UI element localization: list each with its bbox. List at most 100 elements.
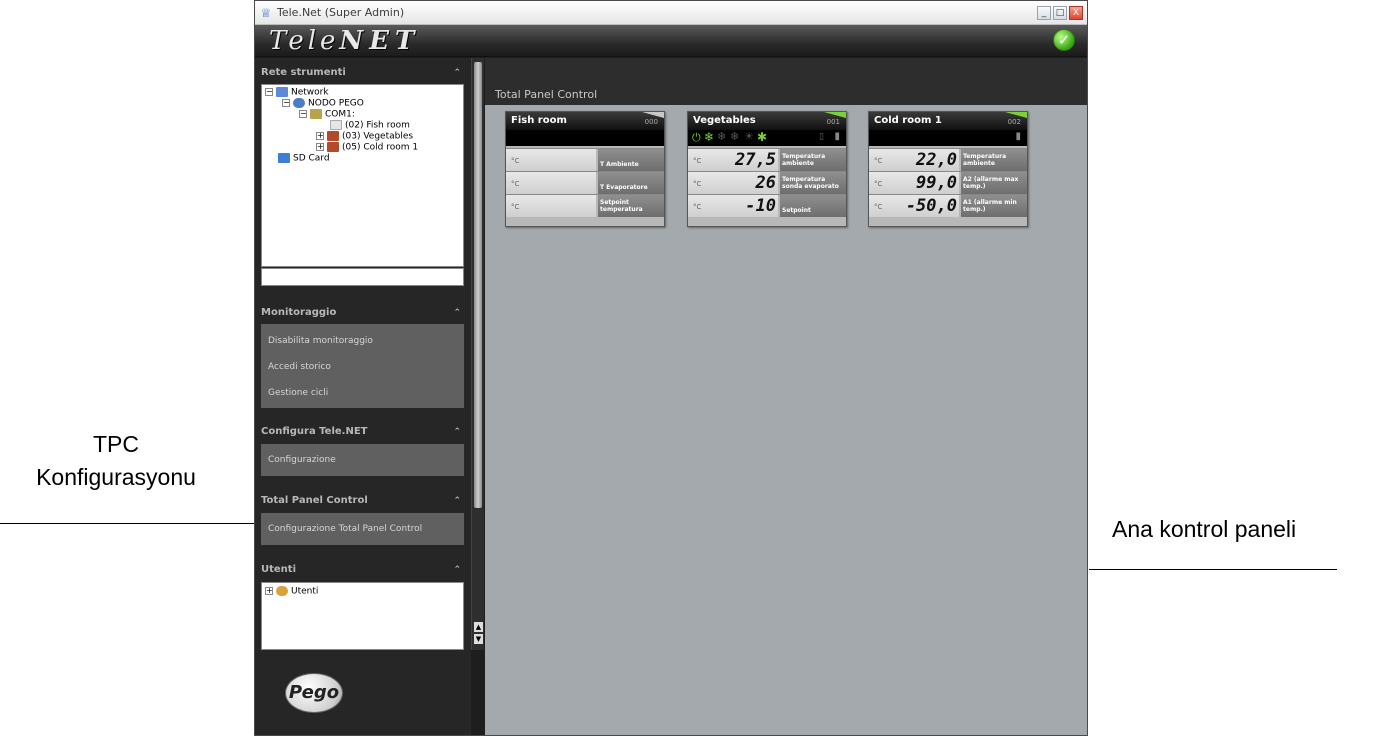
network-tree: − Network − NODO PEGO − COM1: (02) Fish roo… bbox=[261, 84, 464, 267]
scroll-up-arrow-icon[interactable]: ▲ bbox=[474, 622, 483, 632]
unit-label: °C bbox=[874, 203, 883, 211]
pego-logo-text: Pego bbox=[288, 682, 340, 703]
tree-item-utenti[interactable]: + Utenti bbox=[265, 586, 318, 597]
tree-label-cold-room: (05) Cold room 1 bbox=[342, 142, 419, 153]
panel-name: Fish room bbox=[511, 115, 567, 126]
window-title: Tele.Net (Super Admin) bbox=[277, 6, 405, 19]
section-title-utenti: Utenti bbox=[261, 564, 297, 575]
sd-card-icon bbox=[278, 153, 290, 163]
menu-item-disabilita-monitoraggio[interactable]: Disabilita monitoraggio bbox=[261, 328, 464, 354]
panel-fish-room[interactable]: Fish room 000 °C T Ambiente °C T Evapora… bbox=[505, 111, 665, 227]
expand-icon[interactable]: + bbox=[316, 132, 324, 140]
scroll-down-arrow-icon[interactable]: ▼ bbox=[474, 634, 483, 644]
value-box: °C bbox=[506, 149, 596, 171]
menu-item-configurazione-tpc[interactable]: Configurazione Total Panel Control bbox=[261, 516, 464, 542]
app-window: ♕ Tele.Net (Super Admin) _ □ X TeleNET ✓… bbox=[254, 0, 1088, 736]
tree-label-nodo: NODO PEGO bbox=[308, 98, 364, 109]
value-box: °C bbox=[506, 195, 596, 217]
panel-row: °C -50,0 A1 (allarme min temp.) bbox=[869, 194, 1027, 217]
panel-vegetables[interactable]: Vegetables 001 ⏻ ❄ ❄ ❄ ☀ ✱ ▯ ▮ °C 27,5 Te… bbox=[687, 111, 847, 227]
annotation-tpc-config: TPC Konfigurasyonu bbox=[0, 428, 232, 494]
collapse-chevron-icon[interactable]: ⌃ bbox=[453, 559, 461, 581]
logo-bold-text: NET bbox=[339, 26, 421, 56]
collapse-icon[interactable]: − bbox=[299, 110, 307, 118]
unit-label: °C bbox=[874, 157, 883, 165]
panel-rows: °C T Ambiente °C T Evaporatore °C Setpoi… bbox=[506, 148, 664, 217]
expand-icon[interactable]: + bbox=[316, 143, 324, 151]
panel-row: °C 26 Temperatura sonda evaporato bbox=[688, 171, 846, 194]
annotation-tpc-line2: Konfigurasyonu bbox=[36, 464, 196, 490]
tree-item-com[interactable]: − COM1: bbox=[299, 109, 355, 120]
collapse-chevron-icon[interactable]: ⌃ bbox=[453, 62, 461, 84]
ok-check-icon[interactable]: ✓ bbox=[1053, 29, 1075, 51]
collapse-icon[interactable]: − bbox=[282, 99, 290, 107]
alarm-icon: ▮ bbox=[1015, 131, 1021, 142]
menu-item-accedi-storico[interactable]: Accedi storico bbox=[261, 354, 464, 380]
unit-label: °C bbox=[693, 180, 702, 188]
value-box: °C -10 bbox=[688, 195, 778, 217]
row-label: T Ambiente bbox=[598, 149, 664, 171]
value-box: °C 99,0 bbox=[869, 172, 959, 194]
unit-label: °C bbox=[511, 180, 520, 188]
network-icon bbox=[276, 87, 288, 97]
device-icon bbox=[327, 131, 339, 141]
panel-name: Cold room 1 bbox=[874, 115, 942, 126]
section-title-tpc: Total Panel Control bbox=[261, 495, 368, 506]
collapse-icon[interactable]: − bbox=[265, 88, 273, 96]
tree-label-network: Network bbox=[291, 87, 329, 98]
panel-header: Fish room 000 bbox=[506, 112, 664, 130]
menu-item-gestione-cicli[interactable]: Gestione cicli bbox=[261, 380, 464, 406]
minimize-button[interactable]: _ bbox=[1037, 5, 1051, 20]
section-header-utenti[interactable]: Utenti ⌃ bbox=[255, 559, 471, 581]
collapse-chevron-icon[interactable]: ⌃ bbox=[453, 421, 461, 443]
section-header-configura[interactable]: Configura Tele.NET ⌃ bbox=[255, 421, 471, 443]
compressor-icon: ❄ bbox=[717, 130, 727, 143]
tree-item-fish-room[interactable]: (02) Fish room bbox=[330, 120, 410, 131]
tree-filter-input[interactable] bbox=[261, 268, 464, 286]
logo-light-text: Tele bbox=[269, 26, 340, 56]
value-display: 27,5 bbox=[735, 150, 776, 170]
main-panel-area: Total Panel Control Fish room 000 °C T A… bbox=[485, 58, 1087, 735]
section-title-configura: Configura Tele.NET bbox=[261, 426, 368, 437]
door-icon: ▯ bbox=[819, 132, 824, 142]
value-display: 22,0 bbox=[916, 150, 957, 170]
section-title-monitoraggio: Monitoraggio bbox=[261, 307, 337, 318]
menu-item-configurazione[interactable]: Configurazione bbox=[261, 447, 464, 473]
node-icon bbox=[293, 98, 305, 108]
tree-item-vegetables[interactable]: + (03) Vegetables bbox=[316, 131, 413, 142]
collapse-chevron-icon[interactable]: ⌃ bbox=[453, 490, 461, 512]
tree-item-network[interactable]: − Network bbox=[265, 87, 329, 98]
unit-label: °C bbox=[874, 180, 883, 188]
cooling-icon: ✱ bbox=[757, 130, 768, 144]
panel-cold-room-1[interactable]: Cold room 1 002 ▮ °C 22,0 Temperatura amb… bbox=[868, 111, 1028, 227]
section-title-rete: Rete strumenti bbox=[261, 67, 346, 78]
maximize-button[interactable]: □ bbox=[1053, 5, 1067, 20]
menu-monitoraggio: Disabilita monitoraggio Accedi storico G… bbox=[261, 324, 464, 408]
panel-row: °C Setpoint temperatura bbox=[506, 194, 664, 217]
section-header-monitoraggio[interactable]: Monitoraggio ⌃ bbox=[255, 302, 471, 324]
tree-item-nodo[interactable]: − NODO PEGO bbox=[282, 98, 364, 109]
section-header-rete[interactable]: Rete strumenti ⌃ bbox=[255, 62, 471, 84]
row-label: T Evaporatore bbox=[598, 172, 664, 194]
device-icon bbox=[327, 142, 339, 152]
tree-item-cold-room[interactable]: + (05) Cold room 1 bbox=[316, 142, 418, 153]
tree-label-vegetables: (03) Vegetables bbox=[342, 131, 414, 142]
section-header-tpc[interactable]: Total Panel Control ⌃ bbox=[255, 490, 471, 512]
expand-icon[interactable]: + bbox=[265, 587, 273, 595]
panel-header: Cold room 1 002 bbox=[869, 112, 1027, 130]
value-box: °C 27,5 bbox=[688, 149, 778, 171]
tree-item-sd-card[interactable]: SD Card bbox=[278, 153, 330, 164]
value-display: -50,0 bbox=[905, 196, 957, 216]
scrollbar-thumb[interactable] bbox=[474, 62, 482, 508]
collapse-chevron-icon[interactable]: ⌃ bbox=[453, 302, 461, 324]
close-button[interactable]: X bbox=[1069, 5, 1083, 20]
sidebar-scrollbar[interactable]: ▲ ▼ bbox=[471, 58, 484, 650]
value-display: -10 bbox=[745, 196, 776, 216]
value-display: 99,0 bbox=[916, 173, 957, 193]
value-box: °C 26 bbox=[688, 172, 778, 194]
main-header: Total Panel Control bbox=[485, 58, 1087, 105]
window-controls: _ □ X bbox=[1037, 5, 1083, 20]
sidebar: Rete strumenti ⌃ − Network − NODO PEGO − CO… bbox=[255, 58, 471, 735]
panel-status-strip: ⏻ ❄ ❄ ❄ ☀ ✱ ▯ ▮ bbox=[688, 130, 846, 146]
row-label: Temperatura ambiente bbox=[780, 149, 846, 171]
